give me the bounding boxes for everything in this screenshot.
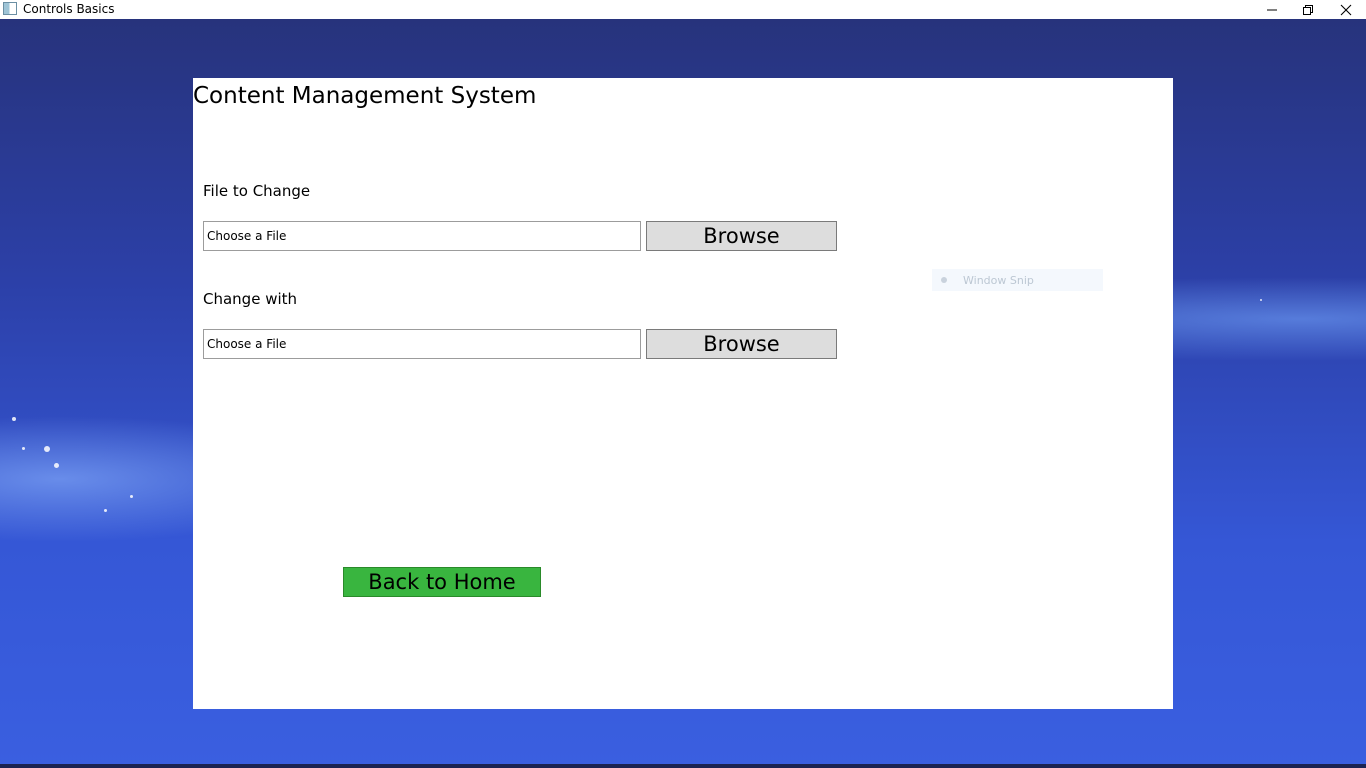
change-with-label: Change with: [203, 290, 298, 308]
browse-change-with-button[interactable]: Browse: [646, 329, 837, 359]
taskbar-edge: [0, 764, 1366, 768]
minimize-icon: [1267, 9, 1277, 10]
background-sparkle: [44, 446, 50, 452]
background-sparkle: [130, 495, 133, 498]
window-titlebar[interactable]: Controls Basics: [0, 0, 1366, 19]
change-with-input[interactable]: [203, 329, 641, 359]
close-icon: [1340, 4, 1352, 15]
page-title: Content Management System: [193, 83, 537, 109]
file-to-change-label: File to Change: [203, 182, 311, 200]
window-title: Controls Basics: [23, 2, 115, 16]
file-to-change-input[interactable]: [203, 221, 641, 251]
back-to-home-button[interactable]: Back to Home: [343, 567, 541, 597]
restore-button[interactable]: [1289, 0, 1327, 19]
background-sparkle: [104, 509, 107, 512]
close-button[interactable]: [1327, 0, 1365, 19]
background-sparkle: [1260, 299, 1262, 301]
minimize-button[interactable]: [1253, 0, 1291, 19]
restore-icon: [1303, 4, 1313, 15]
background-sparkle: [12, 417, 16, 421]
main-panel: Content Management System File to Change…: [193, 78, 1173, 709]
app-icon: [3, 2, 17, 15]
browse-file-to-change-button[interactable]: Browse: [646, 221, 837, 251]
background-sparkle: [22, 447, 25, 450]
background-sparkle: [54, 463, 59, 468]
